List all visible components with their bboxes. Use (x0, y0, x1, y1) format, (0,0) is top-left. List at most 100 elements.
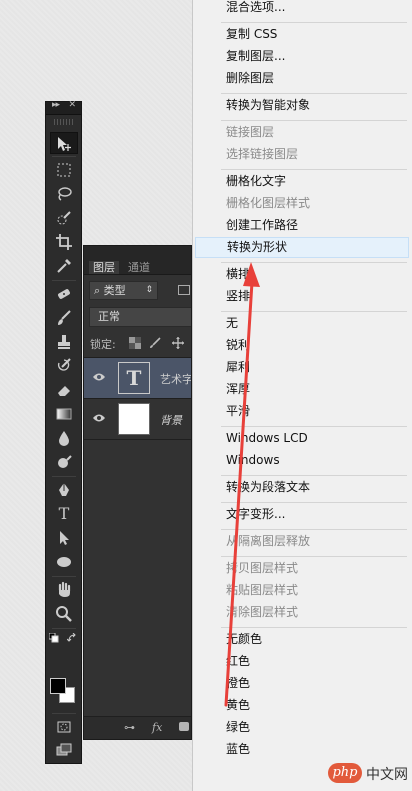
layer-row[interactable]: T 艺术字 (84, 358, 191, 399)
menu-item[interactable]: 蓝色 (226, 740, 250, 758)
menu-icon-gutter (193, 0, 217, 791)
menu-separator (221, 262, 407, 263)
eye-icon[interactable] (93, 413, 105, 423)
menu-separator (221, 311, 407, 312)
double-chevron-icon[interactable]: ▸▸ (52, 100, 60, 110)
tools-panel-header[interactable]: ▸▸ ✕ (46, 100, 81, 115)
type-icon: T (58, 504, 70, 523)
arrow-icon (60, 531, 69, 545)
menu-item[interactable]: 犀利 (226, 358, 250, 376)
link-icon[interactable]: ⊶ (124, 721, 135, 734)
close-icon[interactable]: ✕ (68, 100, 76, 110)
crop-icon (56, 234, 72, 250)
dodge-icon (58, 455, 72, 468)
move-tool[interactable] (50, 132, 78, 154)
menu-item: 链接图层 (226, 125, 275, 139)
menu-item[interactable]: 无颜色 (226, 630, 262, 648)
menu-item: 拷贝图层样式 (226, 561, 299, 575)
menu-separator (221, 426, 407, 427)
menu-item[interactable]: 混合选项... (226, 0, 285, 16)
menu-item[interactable]: 文字变形... (226, 505, 285, 523)
eyedropper-tool[interactable] (50, 255, 78, 277)
menu-item[interactable]: 平滑 (226, 402, 250, 420)
updown-chevron-icon: ⇕ (145, 285, 153, 295)
layer-name[interactable]: 背景 (160, 412, 182, 428)
marquee-tool[interactable] (50, 159, 78, 181)
layer-filter-select[interactable]: ⌕ 类型 ⇕ (89, 281, 158, 300)
menu-item[interactable]: 锐利 (226, 336, 250, 354)
mask-icon[interactable] (179, 722, 189, 731)
foreground-color-swatch[interactable] (50, 678, 66, 694)
layer-row[interactable]: 背景 (84, 399, 191, 440)
tab-layers[interactable]: 图层 (89, 261, 119, 274)
lock-row: 锁定: (84, 329, 191, 358)
menu-item[interactable]: 无 (226, 314, 238, 332)
lock-pixels-icon[interactable] (149, 337, 161, 349)
menu-item[interactable]: Windows (226, 451, 280, 469)
layers-panel: 图层 通道 ⌕ 类型 ⇕ 正常 锁定: T 艺术字 背景 ⊶ fx (83, 245, 192, 740)
screen-mode-icon (56, 743, 72, 756)
lasso-icon (58, 187, 72, 201)
menu-item[interactable]: 浑厚 (226, 380, 250, 398)
layer-context-menu: 混合选项... 复制 CSS 复制图层... 删除图层 转换为智能对象 链接图层 选择链接图… (192, 0, 412, 791)
menu-separator (221, 529, 407, 530)
quick-select-icon (57, 211, 71, 225)
blur-tool[interactable] (50, 427, 78, 449)
stamp-icon (58, 335, 70, 349)
layers-panel-footer: ⊶ fx (84, 716, 191, 739)
pen-tool[interactable] (50, 479, 78, 501)
site-watermark: php 中文网 (328, 763, 408, 785)
shape-tool[interactable] (50, 551, 78, 573)
layer-filter-row: ⌕ 类型 ⇕ (84, 275, 191, 303)
hand-tool[interactable] (50, 579, 78, 601)
menu-item[interactable]: 复制图层... (226, 47, 285, 65)
quick-mask-tool[interactable] (50, 716, 78, 738)
menu-item[interactable]: 转换为段落文本 (226, 478, 310, 496)
path-select-tool[interactable] (50, 527, 78, 549)
menu-item[interactable]: 绿色 (226, 718, 250, 736)
menu-item[interactable]: 复制 CSS (226, 25, 277, 43)
lock-position-icon[interactable] (172, 337, 184, 349)
brush-tool[interactable] (50, 307, 78, 329)
menu-item[interactable]: 竖排 (226, 287, 250, 305)
menu-item[interactable]: 红色 (226, 652, 250, 670)
lasso-tool[interactable] (50, 183, 78, 205)
menu-item[interactable]: 创建工作路径 (226, 216, 298, 234)
fx-icon[interactable]: fx (152, 721, 162, 734)
quick-select-tool[interactable] (50, 207, 78, 229)
menu-item[interactable]: 栅格化文字 (226, 172, 286, 190)
gradient-tool[interactable] (50, 403, 78, 425)
eye-icon[interactable] (93, 372, 105, 382)
pen-icon (59, 483, 69, 496)
layer-filter-label: 类型 (103, 284, 126, 297)
crop-tool[interactable] (50, 231, 78, 253)
move-icon (58, 137, 71, 151)
dodge-tool[interactable] (50, 451, 78, 473)
menu-item[interactable]: 黄色 (226, 696, 250, 714)
image-filter-icon[interactable] (178, 285, 190, 295)
type-tool[interactable]: T (50, 503, 78, 525)
menu-item[interactable]: 删除图层 (226, 69, 274, 87)
eraser-tool[interactable] (50, 379, 78, 401)
zoom-icon (56, 606, 72, 622)
tools-panel-grip[interactable] (54, 119, 73, 125)
blend-mode-select[interactable]: 正常 (89, 307, 191, 327)
menu-item[interactable]: 转换为智能对象 (226, 96, 310, 114)
layer-name[interactable]: 艺术字 (160, 371, 191, 387)
menu-item[interactable]: 横排 (226, 265, 250, 283)
gradient-icon (56, 408, 72, 420)
default-colors-icon[interactable] (49, 633, 59, 643)
menu-item[interactable]: Windows LCD (226, 429, 308, 447)
zoom-tool[interactable] (50, 603, 78, 625)
lock-transparent-icon[interactable] (129, 337, 141, 349)
swap-colors-icon[interactable] (67, 633, 77, 643)
menu-item[interactable]: 转换为形状 (195, 237, 409, 258)
screen-mode-tool[interactable] (50, 739, 78, 761)
healing-tool[interactable] (50, 283, 78, 305)
ellipse-icon (57, 557, 71, 567)
menu-item[interactable]: 橙色 (226, 674, 250, 692)
history-brush-tool[interactable] (50, 355, 78, 377)
tools-panel: ▸▸ ✕ T (45, 100, 82, 764)
tab-channels[interactable]: 通道 (124, 261, 154, 274)
stamp-tool[interactable] (50, 331, 78, 353)
